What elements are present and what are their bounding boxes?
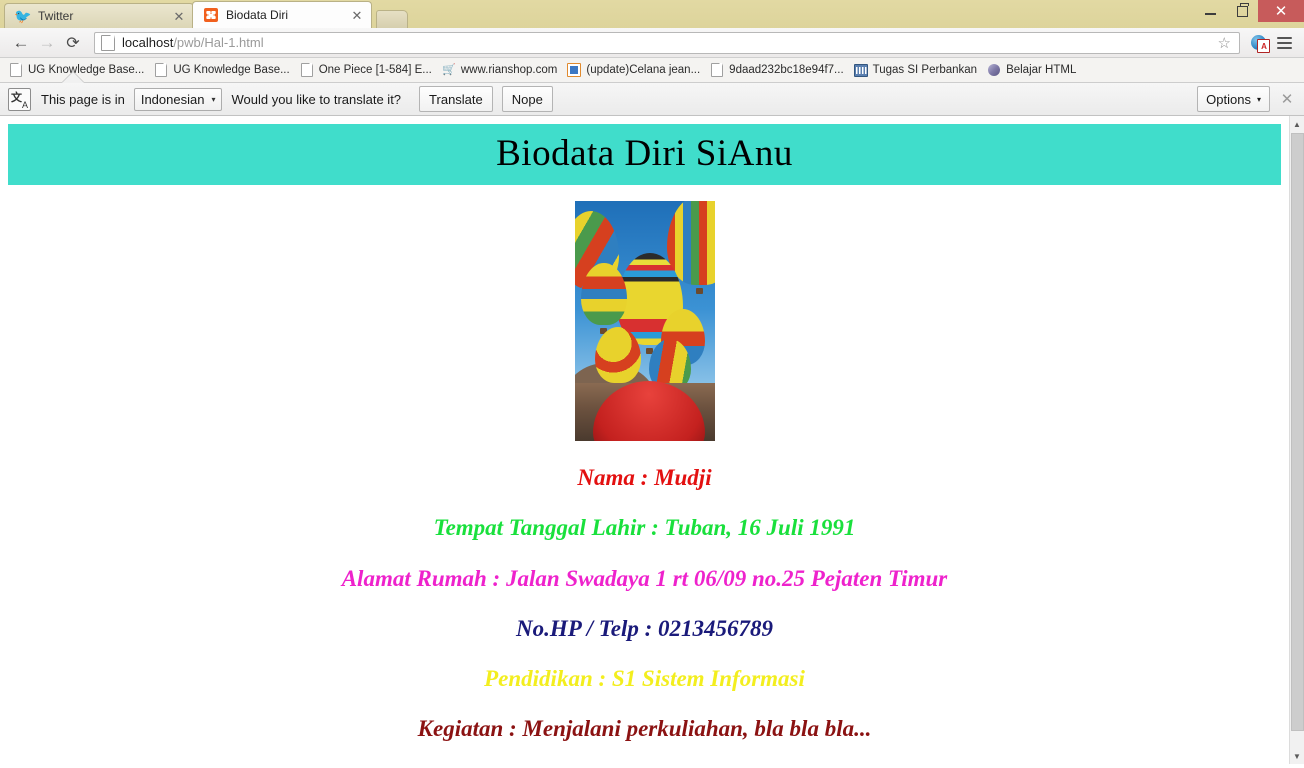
bookmark-item[interactable]: 🛒 www.rianshop.com — [439, 60, 565, 80]
bookmarks-bar: UG Knowledge Base... UG Knowledge Base..… — [0, 58, 1304, 83]
xampp-icon — [203, 7, 219, 23]
tab-strip: 🐦 Twitter ✕ Biodata Diri ✕ ✕ — [0, 0, 1304, 28]
bookmark-item[interactable]: UG Knowledge Base... — [151, 60, 296, 80]
tab-biodata-diri[interactable]: Biodata Diri ✕ — [192, 1, 372, 28]
twitter-bird-icon: 🐦 — [14, 8, 32, 24]
options-label: Options — [1206, 91, 1251, 107]
bio-line-alamat-rumah: Alamat Rumah : Jalan Swadaya 1 rt 06/09 … — [341, 565, 948, 591]
bank-icon — [853, 63, 868, 77]
chevron-down-icon: ▾ — [211, 94, 216, 104]
document-icon — [154, 63, 168, 77]
bookmark-item[interactable]: Tugas SI Perbankan — [851, 60, 984, 80]
back-button[interactable]: ← — [8, 30, 34, 56]
document-icon — [710, 63, 724, 77]
infobar-close-icon[interactable]: ✕ — [1276, 86, 1298, 112]
tab-close-icon[interactable]: ✕ — [171, 8, 187, 24]
bookmark-item[interactable]: One Piece [1-584] E... — [297, 60, 439, 80]
page-content: Biodata Diri SiAnu Nama : Mudji Tempat T… — [0, 116, 1289, 764]
bookmark-label: One Piece [1-584] E... — [318, 64, 432, 76]
pdf-letter: A — [1261, 42, 1267, 51]
tab-title: Twitter — [38, 9, 74, 23]
bio-line-kegiatan: Kegiatan : Menjalani perkuliahan, bla bl… — [417, 716, 872, 742]
chevron-down-icon: ▾ — [1256, 94, 1261, 104]
bookmark-label: UG Knowledge Base... — [28, 64, 145, 76]
bookmark-label: Belajar HTML — [1006, 64, 1077, 76]
bookmark-label: (update)Celana jean... — [586, 64, 701, 76]
translate-prompt-prefix: This page is in — [41, 91, 125, 107]
infobar-pointer — [62, 72, 84, 83]
page-info-icon — [101, 34, 115, 51]
bio-line-no-hp: No.HP / Telp : 0213456789 — [515, 615, 774, 641]
bio-line-pendidikan: Pendidikan : S1 Sistem Informasi — [484, 666, 805, 692]
url-path: /pwb/Hal-1.html — [173, 35, 264, 50]
bookmark-label: Tugas SI Perbankan — [872, 64, 978, 76]
bio-line-nama: Nama : Mudji — [577, 465, 712, 490]
scroll-down-icon[interactable]: ▼ — [1290, 748, 1304, 764]
new-tab-button[interactable] — [376, 10, 408, 28]
bookmark-label: 9daad232bc18e94f7... — [729, 64, 844, 76]
language-value: Indonesian — [140, 91, 205, 107]
scroll-up-icon[interactable]: ▲ — [1290, 116, 1304, 132]
vertical-scrollbar[interactable]: ▲ ▼ — [1289, 116, 1304, 764]
bookmark-item[interactable]: 9daad232bc18e94f7... — [707, 60, 850, 80]
document-icon — [300, 63, 314, 77]
bookmark-label: UG Knowledge Base... — [173, 64, 290, 76]
translate-infobar: 文 A This page is in Indonesian ▾ Would y… — [0, 83, 1304, 116]
bookmark-star-icon[interactable]: ☆ — [1218, 34, 1231, 52]
translate-prompt-suffix: Would you like to translate it? — [231, 91, 402, 107]
nope-button[interactable]: Nope — [501, 86, 553, 112]
close-window-button[interactable]: ✕ — [1258, 0, 1304, 22]
bookmark-label: www.rianshop.com — [460, 64, 558, 76]
tab-close-icon[interactable]: ✕ — [349, 7, 365, 23]
translate-icon: 文 A — [8, 87, 31, 111]
page-banner: Biodata Diri SiAnu — [8, 124, 1281, 185]
reload-button[interactable]: ⟳ — [60, 30, 86, 56]
options-button[interactable]: Options ▾ — [1197, 86, 1270, 112]
document-icon — [9, 63, 23, 77]
bookmark-item[interactable]: (update)Celana jean... — [564, 60, 707, 80]
photo-container — [8, 201, 1281, 441]
chrome-menu-icon[interactable] — [1272, 31, 1296, 55]
page-title: Biodata Diri SiAnu — [496, 133, 793, 174]
translate-icon-char-1: 文 — [11, 90, 22, 104]
tab-title: Biodata Diri — [226, 8, 289, 22]
address-bar-url: localhost/pwb/Hal-1.html — [122, 35, 1218, 50]
page-viewport: Biodata Diri SiAnu Nama : Mudji Tempat T… — [0, 116, 1304, 764]
address-bar[interactable]: localhost/pwb/Hal-1.html ☆ — [94, 31, 1240, 54]
language-select[interactable]: Indonesian ▾ — [133, 87, 223, 111]
restore-button[interactable] — [1226, 0, 1258, 22]
browser-window: 🐦 Twitter ✕ Biodata Diri ✕ ✕ ← → ⟳ local… — [0, 0, 1304, 768]
translate-icon-char-2: A — [21, 99, 28, 110]
bookmark-item[interactable]: Belajar HTML — [984, 60, 1083, 80]
translate-button[interactable]: Translate — [419, 86, 493, 112]
window-controls: ✕ — [1194, 0, 1304, 22]
moon-icon — [987, 63, 1001, 77]
blue-square-icon — [567, 63, 582, 77]
pdf-globe-icon[interactable]: A — [1247, 32, 1270, 54]
bio-line-tempat-tanggal-lahir: Tempat Tanggal Lahir : Tuban, 16 Juli 19… — [433, 515, 856, 541]
forward-button[interactable]: → — [34, 30, 60, 56]
tab-twitter[interactable]: 🐦 Twitter ✕ — [4, 3, 194, 28]
minimize-button[interactable] — [1194, 0, 1226, 22]
scrollbar-thumb[interactable] — [1291, 133, 1304, 731]
cart-icon: 🛒 — [441, 63, 456, 76]
hot-air-balloons-photo — [574, 201, 715, 441]
url-host: localhost — [122, 35, 174, 50]
browser-toolbar: ← → ⟳ localhost/pwb/Hal-1.html ☆ A — [0, 28, 1304, 58]
